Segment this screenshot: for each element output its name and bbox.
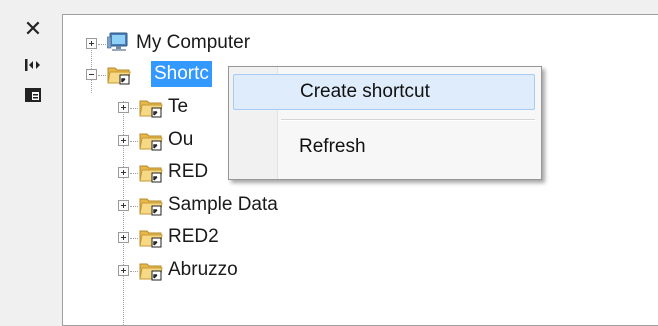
shortcut-folder-icon: [139, 263, 163, 281]
tree-node-label: Te: [168, 96, 189, 117]
menu-item-create-shortcut[interactable]: Create shortcut: [233, 74, 535, 110]
shortcut-folder-icon: [139, 230, 163, 248]
computer-icon: [107, 32, 128, 51]
menu-item-refresh[interactable]: Refresh: [233, 129, 535, 165]
shortcut-folder-icon: [107, 67, 131, 85]
tree-connector: [130, 108, 138, 110]
tree-node-label: RED: [168, 161, 209, 182]
properties-icon[interactable]: [22, 84, 44, 106]
tree-connector: [130, 206, 138, 208]
tree-connector: [98, 44, 106, 46]
toolstrip: ✕: [0, 0, 56, 313]
close-icon[interactable]: ✕: [22, 16, 44, 41]
autohide-icon[interactable]: [22, 54, 44, 76]
expand-plus-icon[interactable]: [118, 102, 129, 113]
shortcut-folder-icon: [139, 133, 163, 151]
tree-node-label: Ou: [168, 129, 194, 150]
menu-item-label: Create shortcut: [300, 81, 430, 102]
expand-plus-icon[interactable]: [118, 200, 129, 211]
tree-node-label: Abruzzo: [168, 259, 238, 280]
tree-node-label: Shortc: [151, 61, 212, 87]
shortcut-folder-icon: [139, 100, 163, 118]
shortcut-folder-icon: [139, 165, 163, 183]
context-menu: Create shortcut Refresh: [228, 66, 542, 180]
tree-node-label: My Computer: [136, 32, 251, 53]
expand-plus-icon[interactable]: [118, 167, 129, 178]
shortcut-folder-icon: [139, 198, 163, 216]
tree-connector: [130, 173, 138, 175]
tree-node-label: Sample Data: [168, 194, 278, 215]
tree-node-label: RED2: [168, 226, 219, 247]
collapse-minus-icon[interactable]: [86, 69, 97, 80]
menu-item-label: Refresh: [299, 136, 366, 157]
expand-plus-icon[interactable]: [86, 38, 97, 49]
tree-connector: [130, 271, 138, 273]
expand-plus-icon[interactable]: [118, 135, 129, 146]
tree-connector: [98, 75, 106, 77]
tree-guide-line: [91, 43, 93, 93]
tree-connector: [130, 238, 138, 240]
tree-connector: [130, 141, 138, 143]
menu-separator: [281, 119, 535, 121]
expand-plus-icon[interactable]: [118, 232, 129, 243]
expand-plus-icon[interactable]: [118, 265, 129, 276]
